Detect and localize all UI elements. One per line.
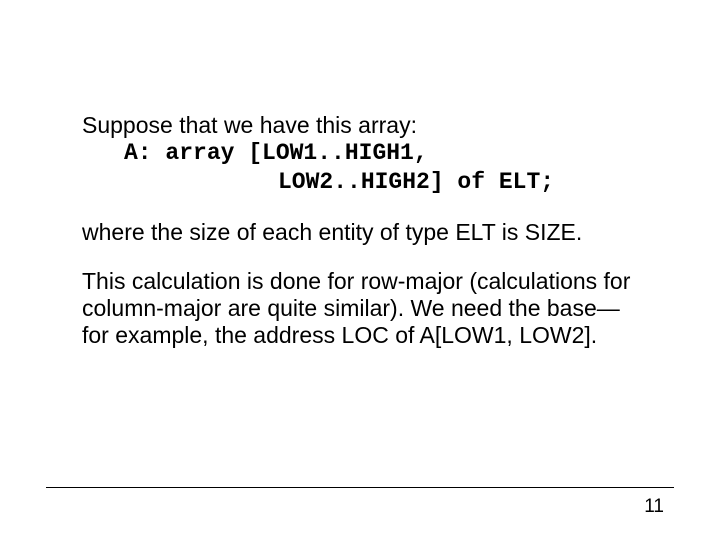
code-line-2: LOW2..HIGH2] of ELT; [82,168,642,197]
paragraph-1: where the size of each entity of type EL… [82,219,642,246]
slide-content: Suppose that we have this array: A: arra… [82,112,642,349]
paragraph-2: This calculation is done for row-major (… [82,268,642,349]
slide: Suppose that we have this array: A: arra… [0,0,720,540]
spacer [82,197,642,219]
page-number: 11 [644,496,664,518]
code-line-1: A: array [LOW1..HIGH1, [82,139,642,168]
intro-text: Suppose that we have this array: [82,112,642,139]
horizontal-rule [46,487,674,488]
spacer [82,246,642,268]
